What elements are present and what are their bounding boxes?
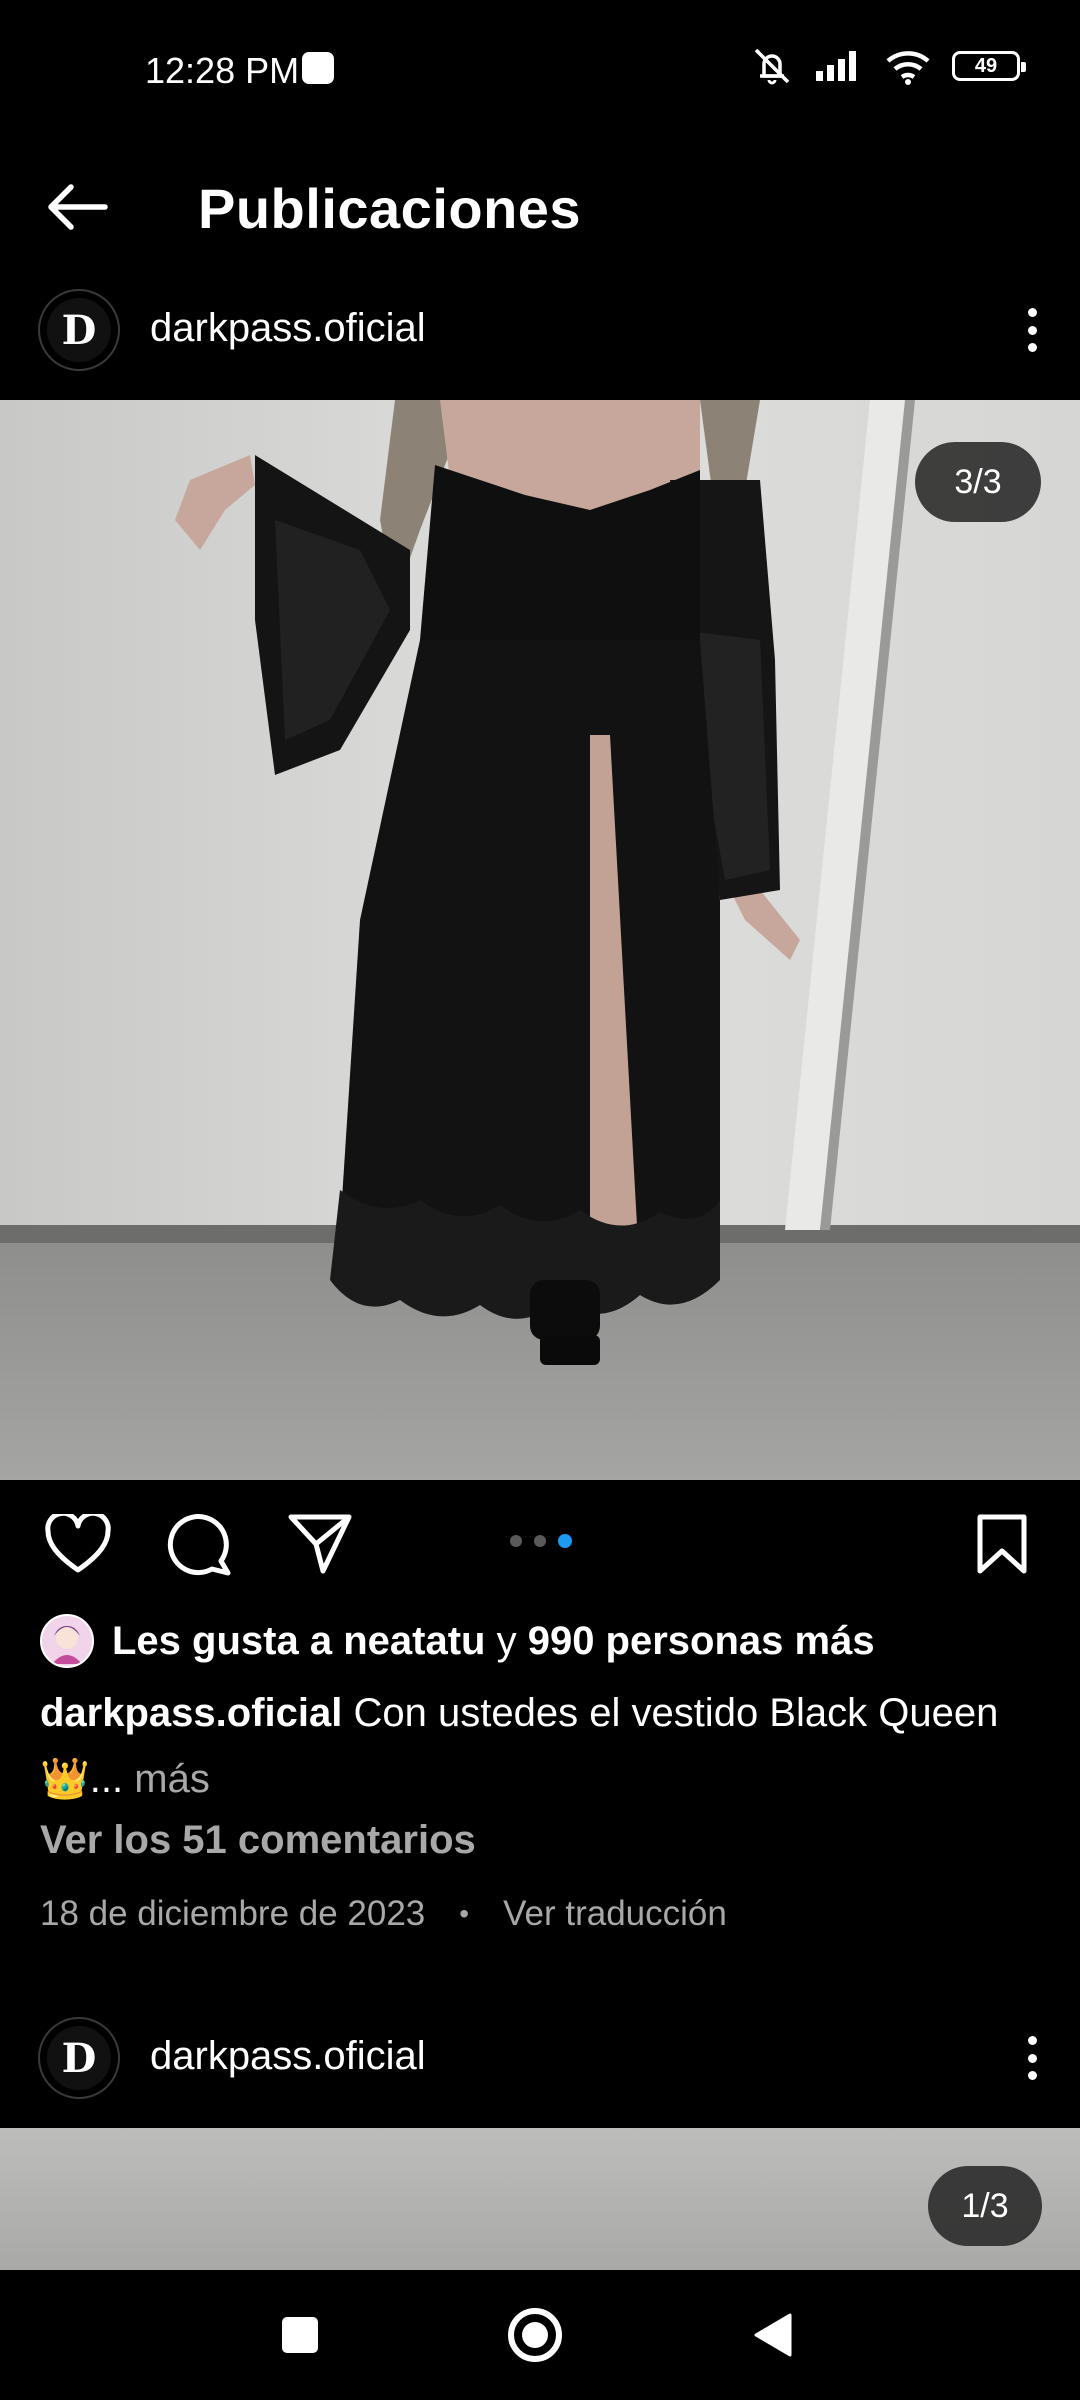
- dress-photo: [0, 400, 1080, 1480]
- arrow-left-icon: [48, 184, 108, 230]
- post-date: 18 de diciembre de 2023: [40, 1894, 426, 1933]
- next-post-image[interactable]: 1/3: [0, 2128, 1080, 2270]
- avatar-icon: [42, 1616, 92, 1666]
- back-nav-button[interactable]: [737, 2300, 807, 2370]
- system-nav-bar: [0, 2270, 1080, 2400]
- post-image[interactable]: 3/3: [0, 400, 1080, 1480]
- more-dot-icon: [1027, 308, 1037, 317]
- carousel-indicator: [510, 1534, 572, 1548]
- mute-icon: [754, 48, 790, 85]
- battery-level: 49: [974, 54, 998, 77]
- image-counter: 3/3: [915, 442, 1041, 522]
- more-options-button[interactable]: [1012, 300, 1052, 360]
- liker-username[interactable]: neatatu: [343, 1619, 485, 1664]
- square-icon: [282, 2317, 318, 2353]
- comment-button[interactable]: [163, 1508, 235, 1580]
- more-options-button[interactable]: [1012, 2028, 1052, 2088]
- post-meta: 18 de diciembre de 2023 • Ver traducción: [40, 1894, 727, 1934]
- likes-joiner: y: [496, 1618, 517, 1663]
- status-icons: 49: [750, 46, 1026, 86]
- more-dot-icon: [1027, 2053, 1037, 2063]
- carousel-dot-active: [558, 1534, 572, 1548]
- post-header: D darkpass.oficial: [0, 274, 1080, 384]
- notification-icon: [302, 52, 334, 84]
- like-button[interactable]: [42, 1508, 114, 1580]
- avatar[interactable]: D: [38, 289, 120, 371]
- app-bar: Publicaciones: [0, 140, 1080, 290]
- avatar-logo: D: [47, 298, 111, 362]
- meta-separator: •: [459, 1898, 470, 1929]
- signal-icon: [816, 51, 856, 81]
- likes-prefix: Les gusta a: [112, 1618, 333, 1663]
- recents-button[interactable]: [265, 2300, 335, 2370]
- back-button[interactable]: [40, 170, 114, 244]
- more-dot-icon: [1027, 2071, 1037, 2080]
- home-circle-icon: [508, 2308, 562, 2362]
- bookmark-icon: [977, 1514, 1027, 1574]
- likes-count[interactable]: 990 personas más: [528, 1619, 875, 1664]
- caption-username[interactable]: darkpass.oficial: [40, 1691, 342, 1735]
- carousel-dot: [534, 1535, 546, 1547]
- caption-more-link[interactable]: más: [134, 1757, 210, 1801]
- carousel-dot: [510, 1535, 522, 1547]
- caption[interactable]: darkpass.oficial Con ustedes el vestido …: [40, 1680, 1040, 1812]
- post-username[interactable]: darkpass.oficial: [150, 306, 426, 351]
- more-dot-icon: [1027, 2036, 1037, 2045]
- share-button[interactable]: [284, 1508, 356, 1580]
- more-dot-icon: [1027, 343, 1037, 352]
- wifi-icon: [886, 51, 930, 85]
- translate-link[interactable]: Ver traducción: [503, 1894, 727, 1934]
- view-comments-link[interactable]: Ver los 51 comentarios: [40, 1818, 476, 1863]
- likes-line[interactable]: Les gusta a neatatu y 990 personas más: [40, 1614, 875, 1668]
- battery-icon: 49: [952, 51, 1026, 81]
- liker-avatar: [40, 1614, 94, 1668]
- home-button[interactable]: [500, 2300, 570, 2370]
- status-time: 12:28 PM: [145, 50, 300, 91]
- comment-icon: [167, 1514, 231, 1576]
- more-dot-icon: [1027, 325, 1037, 335]
- triangle-back-icon: [754, 2313, 792, 2357]
- image-counter: 1/3: [928, 2166, 1042, 2246]
- avatar[interactable]: D: [38, 2017, 120, 2099]
- send-icon: [288, 1514, 352, 1574]
- heart-icon: [45, 1514, 111, 1573]
- post-username[interactable]: darkpass.oficial: [150, 2034, 426, 2079]
- post-actions: [0, 1480, 1080, 1600]
- status-bar: 12:28 PM 49: [0, 0, 1080, 140]
- next-post-header: D darkpass.oficial: [0, 2002, 1080, 2112]
- page-title: Publicaciones: [198, 177, 582, 240]
- avatar-logo: D: [47, 2026, 111, 2090]
- save-button[interactable]: [966, 1508, 1038, 1580]
